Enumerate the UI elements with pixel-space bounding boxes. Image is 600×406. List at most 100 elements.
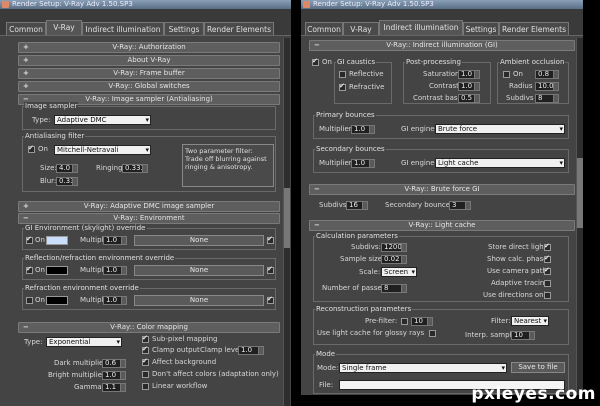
- color-mapping-type-dropdown[interactable]: Exponential: [46, 337, 122, 347]
- contrast-base-spinner[interactable]: 0.5: [458, 94, 480, 103]
- refractive-caustics-checkbox[interactable]: [339, 82, 346, 91]
- gi-env-on-checkbox[interactable]: [26, 235, 33, 244]
- aa-filter-on-checkbox[interactable]: [28, 144, 35, 153]
- antialiasing-filter-group-label: Antialiasing filter: [24, 132, 86, 141]
- tab-render-elements[interactable]: Render Elements: [204, 22, 274, 35]
- clamp-output-checkbox[interactable]: [142, 345, 149, 354]
- scrollbar[interactable]: [283, 38, 290, 406]
- refl-env-on-checkbox[interactable]: [26, 265, 33, 274]
- tab-settings[interactable]: Settings: [164, 22, 204, 35]
- refr-env-map-checkbox[interactable]: [267, 295, 274, 304]
- rollout-about[interactable]: + About V-Ray: [18, 55, 280, 66]
- dark-multiplier-spinner[interactable]: 0.6: [102, 359, 126, 368]
- window-title: Render Setup: V-Ray Adv 1.50.SP3: [12, 0, 133, 8]
- ao-on-checkbox[interactable]: [503, 71, 510, 78]
- secondary-bounces-spinner[interactable]: 3: [449, 201, 471, 210]
- rollout-environment[interactable]: − V-Ray:: Environment: [18, 213, 280, 224]
- plus-icon: +: [23, 82, 29, 90]
- refr-env-multiplier-spinner[interactable]: 1.0: [103, 296, 127, 305]
- ringing-spinner[interactable]: 0.333: [122, 164, 148, 173]
- subpixel-mapping-checkbox[interactable]: [142, 334, 149, 343]
- radius-spinner[interactable]: 10.0cm: [535, 82, 559, 91]
- prefilter-spinner[interactable]: 10: [411, 317, 433, 326]
- tab-vray[interactable]: V-Ray: [343, 22, 379, 35]
- scrollbar-thumb[interactable]: [284, 188, 290, 248]
- saturation-label: Saturation: [423, 70, 460, 78]
- aa-filter-dropdown[interactable]: Mitchell-Netravali: [54, 145, 151, 155]
- rollout-frame-buffer[interactable]: + V-Ray:: Frame buffer: [18, 68, 280, 79]
- save-to-file-button[interactable]: Save to file: [511, 362, 565, 373]
- post-processing-group-label: Post-processing: [405, 58, 462, 67]
- tab-render-elements[interactable]: Render Elements: [499, 22, 569, 35]
- gi-env-multiplier-spinner[interactable]: 1.0: [103, 236, 127, 245]
- brute-subdivs-spinner[interactable]: 16: [346, 201, 368, 210]
- refr-env-map-button[interactable]: None: [134, 295, 264, 306]
- gi-env-color-swatch[interactable]: [46, 236, 68, 245]
- prefilter-checkbox[interactable]: [401, 318, 408, 325]
- mode-dropdown[interactable]: Single frame: [339, 363, 507, 373]
- gi-on-checkbox[interactable]: [312, 57, 319, 66]
- show-calc-phase-checkbox[interactable]: [544, 254, 551, 263]
- primary-multiplier-spinner[interactable]: 1.0: [351, 125, 375, 134]
- gi-env-map-checkbox[interactable]: [267, 235, 274, 244]
- glossy-rays-checkbox[interactable]: [429, 330, 436, 337]
- scale-dropdown[interactable]: Screen: [381, 267, 417, 277]
- dont-affect-colors-checkbox[interactable]: [142, 371, 149, 378]
- clamp-level-spinner[interactable]: 1.0: [238, 346, 264, 355]
- scrollbar[interactable]: [576, 38, 583, 395]
- store-direct-light-checkbox[interactable]: [544, 242, 551, 251]
- affect-background-label: Affect background: [152, 358, 217, 366]
- directions-only-checkbox[interactable]: [544, 292, 551, 299]
- minus-icon: −: [314, 41, 320, 49]
- refr-env-on-checkbox[interactable]: [26, 297, 33, 304]
- lc-subdivs-spinner[interactable]: 1200: [381, 243, 407, 252]
- tab-common[interactable]: Common: [305, 22, 343, 35]
- prefilter-label: Pre-filter:: [365, 317, 398, 325]
- ao-amount-spinner[interactable]: 0.8: [535, 70, 559, 79]
- contrast-spinner[interactable]: 1.0: [458, 82, 480, 91]
- primary-gi-engine-dropdown[interactable]: Brute force: [435, 124, 565, 134]
- rollout-authorization[interactable]: + V-Ray:: Authorization: [18, 42, 280, 53]
- rollout-light-cache[interactable]: − V-Ray:: Light cache: [309, 220, 575, 231]
- filter-dropdown[interactable]: Nearest: [511, 316, 549, 326]
- gi-env-map-button[interactable]: None: [134, 235, 264, 246]
- ao-subdivs-spinner[interactable]: 8: [535, 94, 559, 103]
- refr-env-color-swatch[interactable]: [46, 296, 68, 305]
- refl-env-color-swatch[interactable]: [46, 266, 68, 275]
- gamma-spinner[interactable]: 1.1: [102, 383, 126, 392]
- blur-spinner[interactable]: 0.333: [56, 177, 78, 186]
- rollout-title: V-Ray:: Indirect illumination (GI): [386, 41, 498, 49]
- scrollbar-thumb[interactable]: [577, 158, 583, 228]
- adaptive-tracing-checkbox[interactable]: [544, 280, 551, 287]
- camera-path-checkbox[interactable]: [544, 266, 551, 275]
- tab-indirect-illumination[interactable]: Indirect illumination: [82, 22, 164, 35]
- secondary-multiplier-spinner[interactable]: 1.0: [351, 159, 375, 168]
- secondary-gi-engine-dropdown[interactable]: Light cache: [435, 158, 565, 168]
- rollout-global-switches[interactable]: + V-Ray:: Global switches: [18, 81, 280, 92]
- refractive-caustics-label: Refractive: [349, 83, 385, 91]
- rollout-adaptive-dmc[interactable]: + V-Ray:: Adaptive DMC image sampler: [18, 201, 280, 212]
- interp-samples-spinner[interactable]: 10: [511, 331, 535, 340]
- refl-env-map-checkbox[interactable]: [267, 265, 274, 274]
- passes-spinner[interactable]: 8: [381, 284, 407, 293]
- sample-size-spinner[interactable]: 0.02: [381, 255, 407, 264]
- store-direct-light-label: Store direct light: [488, 243, 547, 251]
- tab-settings[interactable]: Settings: [463, 22, 499, 35]
- refl-env-map-button[interactable]: None: [134, 265, 264, 276]
- rollout-color-mapping[interactable]: − V-Ray:: Color mapping: [18, 322, 280, 333]
- affect-background-checkbox[interactable]: [142, 357, 149, 366]
- refl-env-multiplier-spinner[interactable]: 1.0: [103, 266, 127, 275]
- saturation-spinner[interactable]: 1.0: [458, 70, 480, 79]
- tab-indirect-illumination[interactable]: Indirect illumination: [379, 20, 463, 35]
- bright-multiplier-spinner[interactable]: 1.0: [102, 371, 126, 380]
- size-spinner[interactable]: 4.0: [56, 164, 78, 173]
- plus-icon: +: [23, 202, 29, 210]
- reflective-caustics-checkbox[interactable]: [339, 71, 346, 78]
- linear-workflow-checkbox[interactable]: [142, 383, 149, 390]
- tab-vray[interactable]: V-Ray: [46, 20, 82, 35]
- rollout-indirect-illumination[interactable]: − V-Ray:: Indirect illumination (GI): [309, 40, 575, 51]
- rollout-brute-force-gi[interactable]: − V-Ray:: Brute force GI: [309, 184, 575, 195]
- tab-common[interactable]: Common: [6, 22, 46, 35]
- rollout-title: V-Ray:: Light cache: [408, 221, 476, 229]
- image-sampler-type-dropdown[interactable]: Adaptive DMC: [54, 115, 151, 125]
